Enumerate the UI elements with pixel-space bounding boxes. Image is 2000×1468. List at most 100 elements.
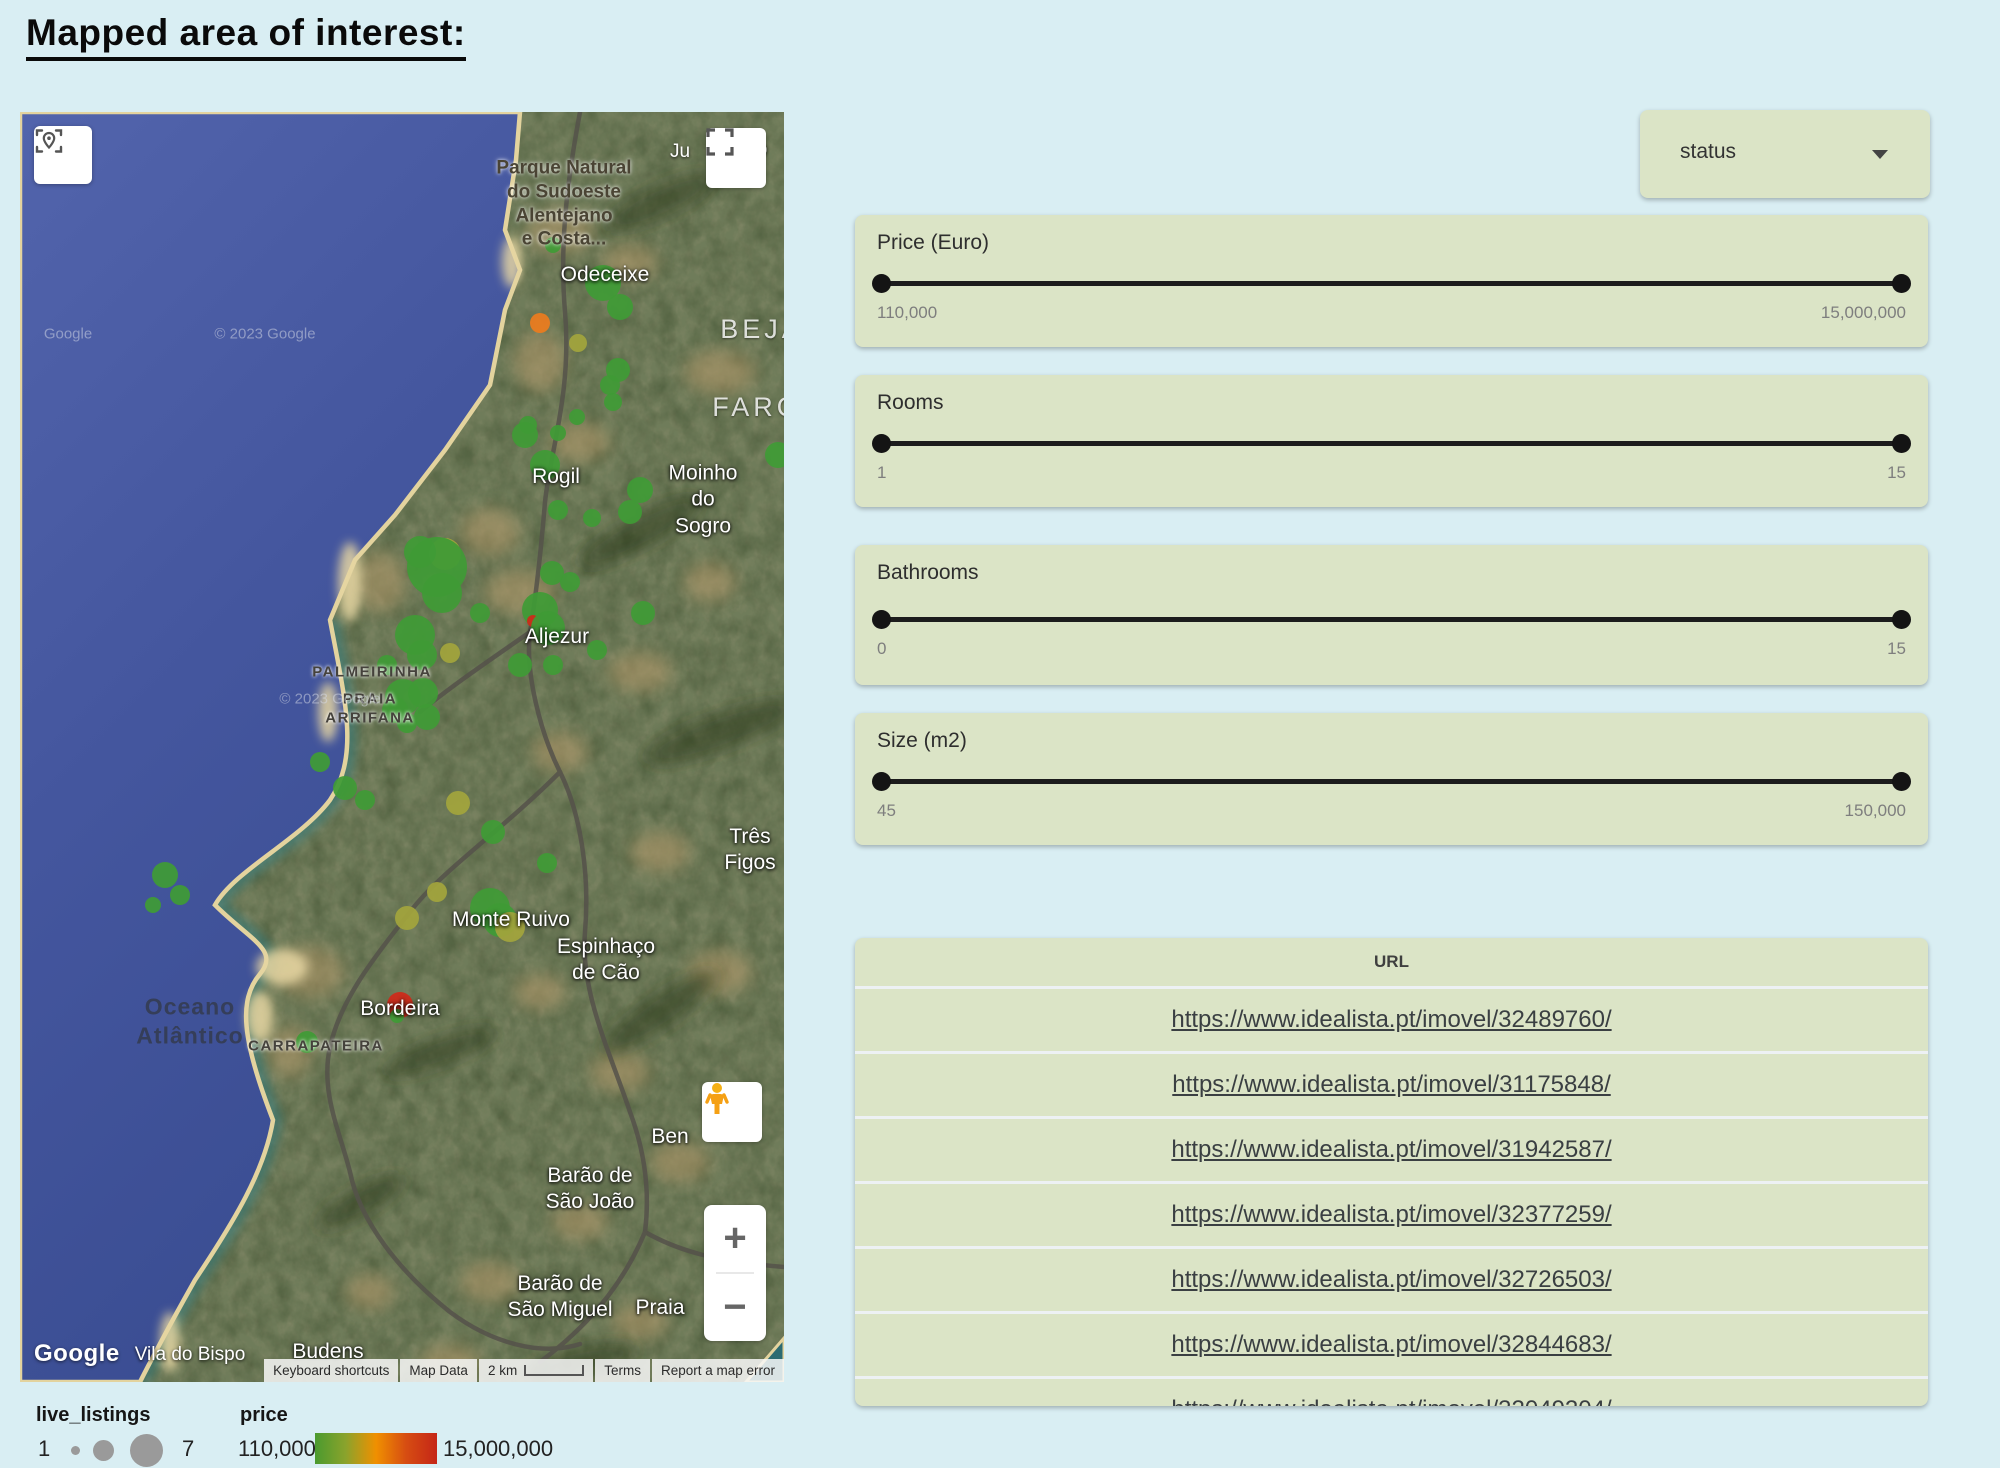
fullscreen-icon <box>706 128 734 156</box>
listing-point[interactable] <box>545 237 561 253</box>
size-slider-max: 150,000 <box>1845 801 1906 821</box>
bathrooms-slider-track[interactable] <box>877 617 1906 622</box>
listing-point[interactable] <box>600 375 620 395</box>
map-data-link[interactable]: Map Data <box>400 1359 477 1382</box>
table-row: https://www.idealista.pt/imovel/32844683… <box>855 1311 1928 1376</box>
size-legend-dot-medium <box>93 1440 114 1461</box>
listing-url-link[interactable]: https://www.idealista.pt/imovel/32726503… <box>1171 1266 1611 1294</box>
size-slider-label: Size (m2) <box>877 729 967 753</box>
listing-point[interactable] <box>618 500 642 524</box>
listing-point[interactable] <box>495 912 525 942</box>
listing-url-link[interactable]: https://www.idealista.pt/imovel/32489760… <box>1171 1006 1611 1034</box>
listing-point[interactable] <box>414 704 440 730</box>
listing-point[interactable] <box>569 409 585 425</box>
listing-point[interactable] <box>569 334 587 352</box>
listing-point[interactable] <box>333 776 357 800</box>
listing-point[interactable] <box>404 536 436 568</box>
listing-point[interactable] <box>531 611 565 645</box>
location-pin-icon <box>34 126 64 156</box>
fullscreen-button[interactable] <box>706 128 766 188</box>
size-legend-dot-small <box>71 1446 80 1455</box>
listing-point[interactable] <box>512 422 538 448</box>
color-legend-title: price <box>240 1404 288 1427</box>
listing-point[interactable] <box>548 500 568 520</box>
listing-point[interactable] <box>508 653 532 677</box>
bathrooms-slider-max: 15 <box>1887 639 1906 659</box>
listing-point[interactable] <box>170 885 190 905</box>
listing-url-link[interactable]: https://www.idealista.pt/imovel/32377259… <box>1171 1201 1611 1229</box>
rooms-slider-label: Rooms <box>877 391 944 415</box>
rooms-slider-handle-min[interactable] <box>872 434 891 453</box>
listing-url-link[interactable]: https://www.idealista.pt/imovel/32049204… <box>1171 1396 1611 1406</box>
listing-point[interactable] <box>296 1031 318 1053</box>
listing-point[interactable] <box>604 393 622 411</box>
listing-point[interactable] <box>390 1009 404 1023</box>
listing-point[interactable] <box>152 862 178 888</box>
listing-point[interactable] <box>530 313 550 333</box>
listing-point[interactable] <box>583 509 601 527</box>
listing-point[interactable] <box>537 853 557 873</box>
map-attribution-bar: Keyboard shortcuts Map Data 2 km Terms R… <box>264 1359 784 1382</box>
listing-point[interactable] <box>481 820 505 844</box>
table-row: https://www.idealista.pt/imovel/32049204… <box>855 1376 1928 1406</box>
size-slider-track[interactable] <box>877 779 1906 784</box>
zoom-out-button[interactable]: − <box>704 1274 766 1341</box>
listing-point[interactable] <box>427 882 447 902</box>
status-dropdown[interactable]: status <box>1640 110 1930 198</box>
terms-link[interactable]: Terms <box>595 1359 650 1382</box>
listing-point[interactable] <box>310 752 330 772</box>
satellite-basemap <box>20 112 784 1382</box>
price-slider-min: 110,000 <box>877 303 937 323</box>
listing-point[interactable] <box>627 477 653 503</box>
google-logo: Google <box>34 1340 120 1368</box>
listing-point[interactable] <box>440 643 460 663</box>
price-slider-track[interactable] <box>877 281 1906 286</box>
listing-url-link[interactable]: https://www.idealista.pt/imovel/31942587… <box>1171 1136 1611 1164</box>
listing-point[interactable] <box>377 655 397 675</box>
table-row: https://www.idealista.pt/imovel/31942587… <box>855 1116 1928 1181</box>
report-map-error-link[interactable]: Report a map error <box>652 1359 784 1382</box>
listing-point[interactable] <box>543 655 563 675</box>
listing-url-link[interactable]: https://www.idealista.pt/imovel/31175848… <box>1172 1071 1610 1099</box>
listing-point[interactable] <box>530 450 560 480</box>
map-canvas[interactable]: Parque Natural do Sudoeste Alentejano e … <box>20 112 784 1382</box>
scale-bar: 2 km <box>479 1359 593 1382</box>
listing-point[interactable] <box>408 678 438 708</box>
listing-point[interactable] <box>422 573 462 613</box>
listing-point[interactable] <box>395 906 419 930</box>
price-slider-max: 15,000,000 <box>1821 303 1906 323</box>
price-slider-handle-max[interactable] <box>1892 274 1911 293</box>
bathrooms-slider-handle-min[interactable] <box>872 610 891 629</box>
rooms-slider-min: 1 <box>877 463 886 483</box>
listing-point[interactable] <box>560 572 580 592</box>
rooms-slider-handle-max[interactable] <box>1892 434 1911 453</box>
table-row: https://www.idealista.pt/imovel/32726503… <box>855 1246 1928 1311</box>
chevron-down-icon <box>1872 150 1888 159</box>
pegman-button[interactable] <box>702 1082 762 1142</box>
listing-point[interactable] <box>631 601 655 625</box>
listing-point[interactable] <box>607 294 633 320</box>
listing-point[interactable] <box>355 790 375 810</box>
keyboard-shortcuts-link[interactable]: Keyboard shortcuts <box>264 1359 398 1382</box>
listing-point[interactable] <box>407 640 437 670</box>
listing-url-link[interactable]: https://www.idealista.pt/imovel/32844683… <box>1171 1331 1611 1359</box>
rooms-slider-track[interactable] <box>877 441 1906 446</box>
size-slider-min: 45 <box>877 801 896 821</box>
listing-point[interactable] <box>470 603 490 623</box>
size-slider-handle-min[interactable] <box>872 772 891 791</box>
status-dropdown-label: status <box>1680 140 1736 164</box>
bathrooms-slider-label: Bathrooms <box>877 561 979 585</box>
listing-point[interactable] <box>446 791 470 815</box>
locate-button[interactable] <box>34 126 92 184</box>
price-color-gradient-bar <box>315 1433 437 1464</box>
listing-point[interactable] <box>145 897 161 913</box>
size-legend-title: live_listings <box>36 1404 151 1427</box>
bathrooms-slider-handle-max[interactable] <box>1892 610 1911 629</box>
color-legend-max: 15,000,000 <box>443 1436 553 1462</box>
listing-point[interactable] <box>397 713 417 733</box>
zoom-in-button[interactable]: + <box>704 1205 766 1272</box>
listing-point[interactable] <box>550 425 566 441</box>
size-slider-handle-max[interactable] <box>1892 772 1911 791</box>
price-slider-handle-min[interactable] <box>872 274 891 293</box>
listing-point[interactable] <box>587 640 607 660</box>
